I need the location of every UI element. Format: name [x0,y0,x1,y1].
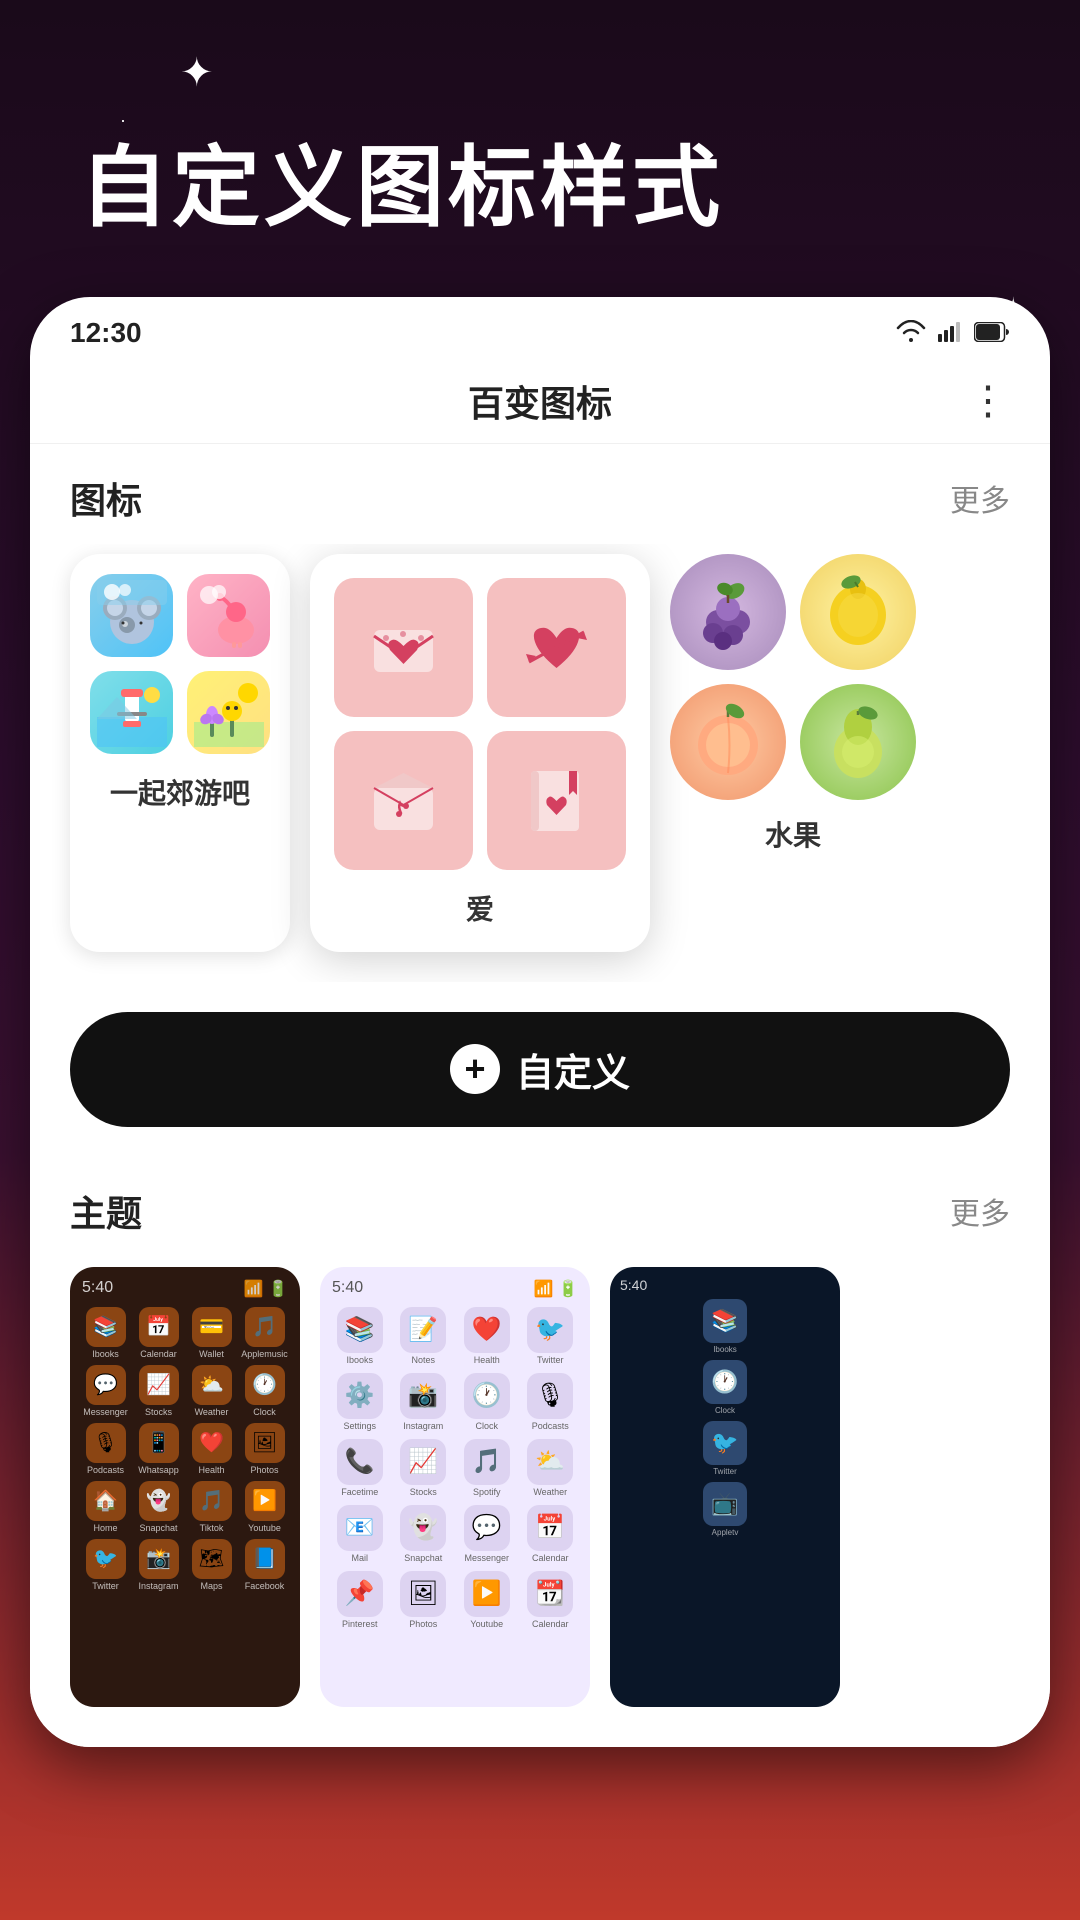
theme-dark-brown[interactable]: 5:40 📶 🔋 📚 Ibooks 📅 Calendar 💳 Wallet [70,1267,300,1707]
theme3-time: 5:40 [620,1277,647,1293]
page-title: 自定义图标样式 [80,140,1000,237]
love-icon-4 [487,731,626,870]
t1-icon-health: ❤️ Health [188,1423,235,1475]
icon-section-more[interactable]: 更多 [950,476,1010,520]
customize-section: + 自定义 [30,982,1050,1157]
fruit-lemon [800,554,916,670]
customize-label: 自定义 [516,1042,630,1097]
t2-icon-youtube: ▶️ Youtube [459,1571,515,1629]
t2-icon-clock: 🕐 Clock [459,1373,515,1431]
t2-icon-podcasts: 🎙 Podcasts [523,1373,579,1431]
t2-icon-snapchat: 👻 Snapchat [396,1505,452,1563]
outdoor-pack-name: 一起郊游吧 [90,772,270,812]
t1-icon-whatsapp: 📱 Whatsapp [135,1423,182,1475]
t1-icon-instagram: 📸 Instagram [135,1539,182,1591]
t2-icon-stocks: 📈 Stocks [396,1439,452,1497]
t1-icon-twitter: 🐦 Twitter [82,1539,129,1591]
t2-icon-settings: ⚙️ Settings [332,1373,388,1431]
themes-section-header: 主题 更多 [30,1157,1050,1257]
t2-icon-calendar: 📅 Calendar [523,1505,579,1563]
t1-icon-photos: 🖼 Photos [241,1423,288,1475]
themes-title: 主题 [70,1185,142,1237]
t2-icon-instagram: 📸 Instagram [396,1373,452,1431]
t2-icon-calendar2: 📆 Calendar [523,1571,579,1629]
more-button[interactable]: ⋮ [968,381,1010,421]
t1-icon-home: 🏠 Home [82,1481,129,1533]
outdoor-icon-4 [187,671,270,754]
t1-icon-calendar: 📅 Calendar [135,1307,182,1359]
t2-icon-twitter: 🐦 Twitter [523,1307,579,1365]
theme2-time: 5:40 [332,1279,363,1299]
t1-icon-wallet: 💳 Wallet [188,1307,235,1359]
t2-icon-spotify: 🎵 Spotify [459,1439,515,1497]
fruit-pear [800,684,916,800]
t3-icon-twitter: 🐦 Twitter [620,1421,830,1476]
t3-icon-clock: 🕐 Clock [620,1360,830,1415]
t1-icon-podcasts: 🎙 Podcasts [82,1423,129,1475]
theme1-time: 5:40 [82,1279,113,1299]
icon-section-title: 图标 [70,472,142,524]
theme-dark-blue[interactable]: 5:40 📚 Ibooks 🕐 Clock 🐦 Twitter [610,1267,840,1707]
fruit-peach [670,684,786,800]
signal-icon [938,317,962,349]
t3-icon-appletv: 📺 Appletv [620,1482,830,1537]
theme1-signal: 📶 🔋 [244,1279,288,1299]
t1-icon-snapchat: 👻 Snapchat [135,1481,182,1533]
t2-icon-ibooks: 📚 Ibooks [332,1307,388,1365]
plus-icon: + [450,1044,500,1094]
t2-icon-pinterest: 📌 Pinterest [332,1571,388,1629]
t1-icon-applemusic: 🎵 Applemusic [241,1307,288,1359]
sparkle-decoration-1: ✦ [180,50,214,96]
love-pack-name: 爱 [334,888,626,928]
status-bar: 12:30 [30,297,1050,359]
fruit-pack-name: 水果 [670,814,916,854]
theme-light-purple[interactable]: 5:40 📶 🔋 📚 Ibooks 📝 Notes ❤️ Health [320,1267,590,1707]
wifi-icon [896,317,926,349]
icon-section-header: 图标 更多 [30,444,1050,544]
t1-icon-weather: ⛅ Weather [188,1365,235,1417]
t1-icon-stocks: 📈 Stocks [135,1365,182,1417]
app-header: 百变图标 ⋮ [30,359,1050,444]
status-icons [896,317,1010,349]
t1-icon-clock: 🕐 Clock [241,1365,288,1417]
icon-pack-outdoor[interactable]: 一起郊游吧 [70,554,290,952]
icon-pack-fruit[interactable]: 水果 [670,554,916,952]
status-time: 12:30 [70,317,142,349]
outdoor-icon-2 [187,574,270,657]
t1-icon-ibooks: 📚 Ibooks [82,1307,129,1359]
outdoor-icon-3 [90,671,173,754]
love-icon-1 [334,578,473,717]
app-title: 百变图标 [468,375,612,427]
t2-icon-photos: 🖼 Photos [396,1571,452,1629]
themes-row: 5:40 📶 🔋 📚 Ibooks 📅 Calendar 💳 Wallet [30,1257,1050,1747]
t1-icon-messenger: 💬 Messenger [82,1365,129,1417]
t1-icon-facebook: 📘 Facebook [241,1539,288,1591]
t2-icon-mail: 📧 Mail [332,1505,388,1563]
customize-button[interactable]: + 自定义 [70,1012,1010,1127]
love-icon-3 [334,731,473,870]
icon-packs-row: 一起郊游吧 [30,544,1050,982]
t2-icon-notes: 📝 Notes [396,1307,452,1365]
icon-pack-love[interactable]: 爱 [310,554,650,952]
t2-icon-weather: ⛅ Weather [523,1439,579,1497]
t2-icon-messenger: 💬 Messenger [459,1505,515,1563]
outdoor-icon-1 [90,574,173,657]
t2-icon-health: ❤️ Health [459,1307,515,1365]
t1-icon-youtube: ▶️ Youtube [241,1481,288,1533]
t3-icon-ibooks: 📚 Ibooks [620,1299,830,1354]
theme2-signal: 📶 🔋 [534,1279,578,1299]
fruit-grape [670,554,786,670]
phone-mockup: 12:30 [30,297,1050,1747]
t1-icon-maps: 🗺 Maps [188,1539,235,1591]
themes-more[interactable]: 更多 [950,1189,1010,1233]
battery-icon [974,317,1010,349]
t1-icon-tiktok: 🎵 Tiktok [188,1481,235,1533]
t2-icon-facetime: 📞 Facetime [332,1439,388,1497]
sparkle-decoration-2: · [120,110,126,131]
love-icon-2 [487,578,626,717]
